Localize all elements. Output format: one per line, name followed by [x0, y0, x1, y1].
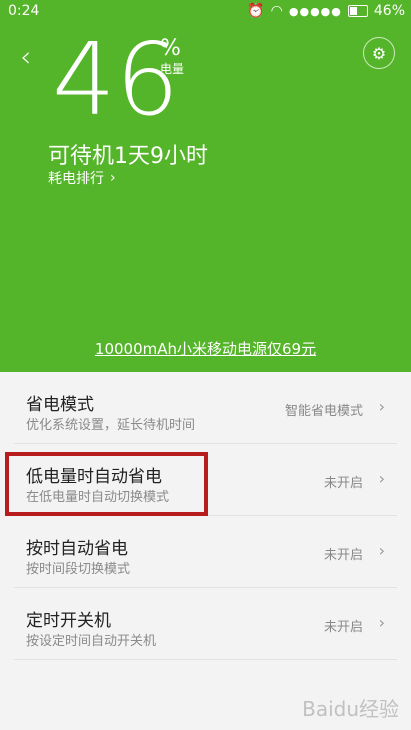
item-title: 按时自动省电 [26, 539, 128, 559]
item-title: 省电模式 [26, 395, 94, 415]
item-value: 未开启 [323, 620, 363, 635]
chevron-right-icon: › [378, 613, 385, 632]
highlight-box [5, 452, 208, 516]
chevron-right-icon: › [378, 541, 385, 560]
scheduled-power-item[interactable]: 定时开关机 按设定时间自动开关机 未开启 › [14, 588, 397, 660]
item-value: 未开启 [323, 476, 363, 491]
chevron-right-icon: › [378, 397, 385, 416]
promo-link[interactable]: 10000mAh小米移动电源仅69元 [0, 338, 411, 359]
item-value: 智能省电模式 [284, 404, 363, 419]
alarm-icon: ⏰ [247, 3, 265, 19]
item-subtitle: 优化系统设置，延长待机时间 [26, 418, 196, 433]
status-time: 0:24 [8, 3, 40, 19]
battery-icon [347, 5, 368, 17]
settings-icon[interactable]: ⚙ [363, 37, 395, 69]
standby-time: 可待机1天9小时 [48, 144, 208, 169]
chevron-right-icon: › [378, 469, 385, 488]
signal-icon: ●●●●● [288, 4, 342, 18]
settings-list: 省电模式 优化系统设置，延长待机时间 智能省电模式 › 低电量时自动省电 在低电… [0, 372, 411, 660]
item-subtitle: 按设定时间自动开关机 [26, 634, 157, 649]
power-rank-link[interactable]: 耗电排行 › [48, 168, 116, 188]
item-value: 未开启 [323, 548, 363, 563]
percent-sign: % [160, 36, 181, 61]
battery-header: 0:24 ⏰ ◠ ●●●●● 46% ‹ ⚙ 46 % 电量 可待机1天9小时 … [0, 0, 411, 372]
status-right: ⏰ ◠ ●●●●● 46% [247, 3, 405, 19]
wifi-icon: ◠ [270, 3, 283, 19]
power-saving-mode-item[interactable]: 省电模式 优化系统设置，延长待机时间 智能省电模式 › [14, 372, 397, 444]
chevron-right-icon: › [110, 170, 116, 186]
power-rank-label: 耗电排行 [48, 171, 104, 187]
item-subtitle: 按时间段切换模式 [26, 562, 131, 577]
percent-label: 电量 [160, 62, 185, 76]
item-title: 定时开关机 [26, 611, 111, 631]
watermark: Baidu经验 [302, 697, 399, 721]
back-icon[interactable]: ‹ [20, 40, 31, 73]
scheduled-auto-save-item[interactable]: 按时自动省电 按时间段切换模式 未开启 › [14, 516, 397, 588]
battery-percent: 46% [373, 3, 405, 19]
